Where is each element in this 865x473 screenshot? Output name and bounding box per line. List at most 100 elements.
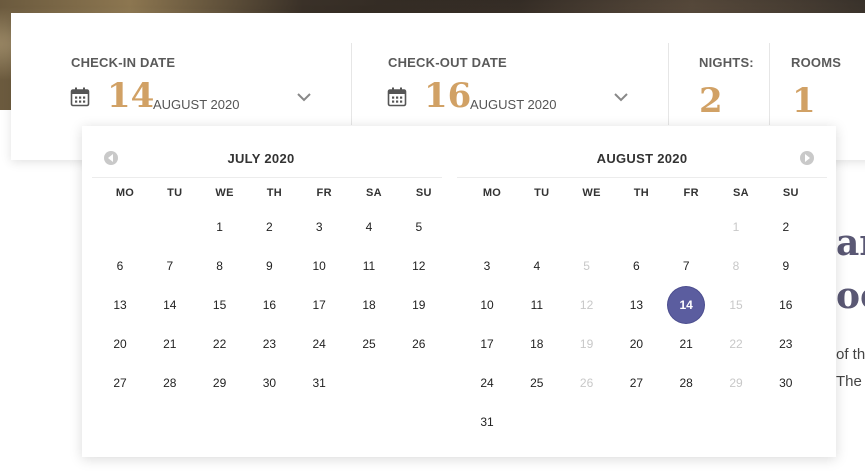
weekday-header: SA bbox=[366, 187, 382, 199]
checkin-date-field[interactable]: CHECK-IN DATE 14 AUGUST 2020 bbox=[11, 13, 351, 125]
calendar-day: 15 bbox=[729, 298, 743, 312]
calendar-day[interactable]: 5 bbox=[401, 209, 437, 245]
calendar-day[interactable]: 13 bbox=[102, 287, 138, 323]
calendar-day[interactable]: 7 bbox=[668, 248, 704, 284]
calendar-day[interactable]: 31 bbox=[301, 365, 337, 401]
calendar-day[interactable]: 3 bbox=[469, 248, 505, 284]
month-title: JULY 2020 bbox=[227, 151, 295, 166]
calendar-icon bbox=[387, 87, 407, 107]
prev-month-button[interactable] bbox=[104, 151, 118, 165]
calendar-day[interactable]: 16 bbox=[768, 287, 804, 323]
weekday-header: MO bbox=[115, 187, 135, 199]
nights-value: 2 bbox=[699, 81, 723, 121]
weekday-header: FR bbox=[316, 187, 332, 199]
calendar-day: 8 bbox=[732, 259, 740, 273]
chevron-down-icon[interactable] bbox=[613, 91, 629, 103]
calendar-day[interactable]: 30 bbox=[768, 365, 804, 401]
weekday-header: WE bbox=[215, 187, 234, 199]
calendar-day[interactable]: 4 bbox=[351, 209, 387, 245]
calendar-day[interactable]: 21 bbox=[152, 326, 188, 362]
calendar-day[interactable]: 30 bbox=[251, 365, 287, 401]
calendar-day[interactable]: 25 bbox=[351, 326, 387, 362]
calendar-day[interactable]: 10 bbox=[469, 287, 505, 323]
calendar-day[interactable]: 29 bbox=[202, 365, 238, 401]
calendar-day[interactable]: 24 bbox=[469, 365, 505, 401]
calendar-day[interactable]: 23 bbox=[251, 326, 287, 362]
calendar-day[interactable]: 11 bbox=[351, 248, 387, 284]
checkin-date-label: CHECK-IN DATE bbox=[71, 55, 176, 70]
weekday-header: TH bbox=[266, 187, 283, 199]
next-month-button[interactable] bbox=[800, 151, 814, 165]
checkin-day: 14 bbox=[107, 76, 155, 116]
weekday-header: SA bbox=[733, 187, 749, 199]
calendar-day[interactable]: 9 bbox=[251, 248, 287, 284]
calendar-day[interactable]: 25 bbox=[519, 365, 555, 401]
checkout-day: 16 bbox=[424, 76, 472, 116]
calendar-day[interactable]: 11 bbox=[519, 287, 555, 323]
background-heading-line2: oo bbox=[836, 275, 865, 317]
chevron-left-icon bbox=[108, 154, 113, 162]
calendar-icon bbox=[70, 87, 90, 107]
calendar-day[interactable]: 26 bbox=[401, 326, 437, 362]
calendar-day[interactable]: 16 bbox=[251, 287, 287, 323]
calendar-day[interactable]: 28 bbox=[668, 365, 704, 401]
month-header-divider bbox=[92, 177, 442, 178]
weekday-header: TH bbox=[633, 187, 650, 199]
date-picker-popup: JULY 2020 MO TU WE TH FR SA SU 1 2 3 4 5 6 7 8 9 10 11 12 13… bbox=[82, 126, 836, 457]
calendar-day[interactable]: 24 bbox=[301, 326, 337, 362]
calendar-day[interactable]: 27 bbox=[102, 365, 138, 401]
calendar-day: 22 bbox=[729, 337, 743, 351]
calendar-day[interactable]: 21 bbox=[668, 326, 704, 362]
calendar-day[interactable]: 23 bbox=[768, 326, 804, 362]
background-paragraph-line1: of th bbox=[836, 346, 865, 363]
calendar-day[interactable]: 4 bbox=[519, 248, 555, 284]
calendar-day[interactable]: 6 bbox=[102, 248, 138, 284]
calendar-day[interactable]: 2 bbox=[768, 209, 804, 245]
calendar-day[interactable]: 20 bbox=[618, 326, 654, 362]
rooms-label: ROOMS bbox=[791, 55, 842, 70]
calendar-day-selected[interactable]: 14 bbox=[668, 287, 705, 323]
calendar-day[interactable]: 18 bbox=[519, 326, 555, 362]
chevron-right-icon bbox=[805, 154, 810, 162]
calendar-day[interactable]: 18 bbox=[351, 287, 387, 323]
calendar-day[interactable]: 22 bbox=[202, 326, 238, 362]
background-paragraph-line2: The bbox=[836, 373, 862, 390]
rooms-field[interactable]: ROOMS 1 bbox=[770, 13, 865, 125]
calendar-day[interactable]: 14 bbox=[152, 287, 188, 323]
weekday-header: TU bbox=[534, 187, 550, 199]
calendar-day[interactable]: 17 bbox=[301, 287, 337, 323]
calendar-day[interactable]: 28 bbox=[152, 365, 188, 401]
calendar-day: 26 bbox=[579, 376, 594, 390]
calendar-day[interactable]: 2 bbox=[251, 209, 287, 245]
weekday-header: WE bbox=[582, 187, 601, 199]
calendar-day[interactable]: 7 bbox=[152, 248, 188, 284]
calendar-day: 29 bbox=[729, 376, 743, 390]
checkin-month-year: AUGUST 2020 bbox=[153, 97, 240, 112]
calendar-day[interactable]: 3 bbox=[301, 209, 337, 245]
nights-field[interactable]: NIGHTS: 2 bbox=[669, 13, 769, 125]
background-heading-line1: ar bbox=[836, 222, 865, 264]
calendar-day[interactable]: 20 bbox=[102, 326, 138, 362]
checkout-date-field[interactable]: CHECK-OUT DATE 16 AUGUST 2020 bbox=[352, 13, 668, 125]
calendar-day[interactable]: 8 bbox=[202, 248, 238, 284]
checkout-month-year: AUGUST 2020 bbox=[470, 97, 557, 112]
calendar-day[interactable]: 15 bbox=[202, 287, 238, 323]
calendar-day[interactable]: 19 bbox=[401, 287, 437, 323]
calendar-day[interactable]: 6 bbox=[618, 248, 654, 284]
calendar-day[interactable]: 27 bbox=[618, 365, 654, 401]
calendar-day[interactable]: 17 bbox=[469, 326, 505, 362]
calendar-day[interactable]: 9 bbox=[768, 248, 804, 284]
calendar-day[interactable]: 10 bbox=[301, 248, 337, 284]
weekday-header: SU bbox=[782, 187, 799, 199]
calendar-day[interactable]: 12 bbox=[401, 248, 437, 284]
calendar-day: 1 bbox=[732, 220, 740, 234]
weekday-header: SU bbox=[415, 187, 432, 199]
calendar-day[interactable]: 31 bbox=[469, 404, 505, 440]
calendar-day: 5 bbox=[583, 259, 590, 273]
calendar-day: 12 bbox=[579, 298, 594, 312]
chevron-down-icon[interactable] bbox=[296, 91, 312, 103]
calendar-day[interactable]: 13 bbox=[618, 287, 654, 323]
calendar-day[interactable]: 1 bbox=[202, 209, 238, 245]
calendar-day: 19 bbox=[579, 337, 594, 351]
nights-label: NIGHTS: bbox=[699, 55, 754, 70]
